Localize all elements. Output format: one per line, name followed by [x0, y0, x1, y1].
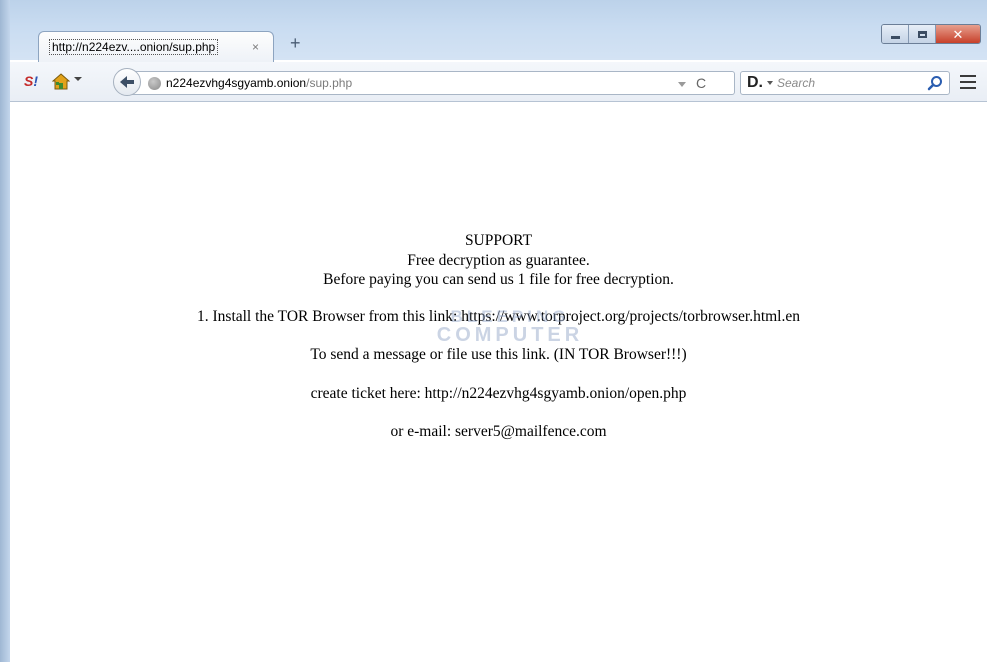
close-icon: ✕: [952, 26, 964, 42]
maximize-icon: [917, 30, 927, 38]
new-tab-icon[interactable]: +: [290, 34, 301, 52]
support-message: SUPPORT Free decryption as guarantee. Be…: [10, 231, 987, 442]
reload-icon[interactable]: C: [696, 75, 706, 91]
close-button[interactable]: ✕: [936, 25, 980, 43]
browser-window: http://n224ezv....onion/sup.php × + ✕ S!: [0, 0, 987, 662]
minimize-icon: [890, 35, 900, 39]
free-file-line: Before paying you can send us 1 file for…: [323, 271, 674, 288]
magnifier-icon[interactable]: [927, 75, 943, 91]
active-tab[interactable]: http://n224ezv....onion/sup.php ×: [38, 31, 274, 62]
tab-title: http://n224ezv....onion/sup.php: [49, 39, 219, 55]
tab-strip: http://n224ezv....onion/sup.php × + ✕: [10, 0, 987, 62]
url-path: /sup.php: [306, 76, 353, 90]
page-heading: SUPPORT: [464, 232, 533, 249]
home-dropdown-icon[interactable]: [74, 77, 82, 81]
history-dropdown-icon[interactable]: [678, 82, 686, 87]
globe-icon[interactable]: [148, 77, 161, 90]
tab-close-icon[interactable]: ×: [252, 40, 259, 54]
url-host: n224ezvhg4sgyamb.onion: [166, 76, 307, 90]
back-arrow-icon: [120, 76, 134, 88]
guarantee-line: Free decryption as guarantee.: [407, 251, 590, 269]
ticket-line: create ticket here: http://n224ezvhg4sgy…: [310, 384, 687, 402]
email-line: or e-mail: server5@mailfence.com: [390, 423, 607, 440]
back-button[interactable]: [113, 68, 141, 96]
address-bar[interactable]: n224ezvhg4sgyamb.onion/sup.php C: [130, 71, 735, 95]
window-frame: [0, 0, 10, 662]
maximize-button[interactable]: [909, 25, 936, 43]
search-engine-icon[interactable]: D.: [747, 74, 763, 92]
message-instruction-line: To send a message or file use this link.…: [310, 346, 687, 363]
engine-dropdown-icon[interactable]: [767, 81, 773, 85]
window-controls: ✕: [881, 24, 981, 44]
search-input[interactable]: [777, 74, 917, 92]
hamburger-menu-icon[interactable]: [960, 75, 976, 89]
navigation-toolbar: S! n224ezvhg4sgyamb.onion/sup.php C D.: [10, 62, 987, 102]
url-text[interactable]: n224ezvhg4sgyamb.onion/sup.php: [166, 76, 352, 91]
s-addon-icon[interactable]: S!: [24, 74, 38, 88]
search-bar[interactable]: D.: [740, 71, 950, 95]
install-tor-line: 1. Install the TOR Browser from this lin…: [197, 307, 800, 325]
home-icon[interactable]: [52, 73, 70, 90]
page-content: SUPPORT Free decryption as guarantee. Be…: [10, 102, 987, 662]
minimize-button[interactable]: [882, 25, 909, 43]
